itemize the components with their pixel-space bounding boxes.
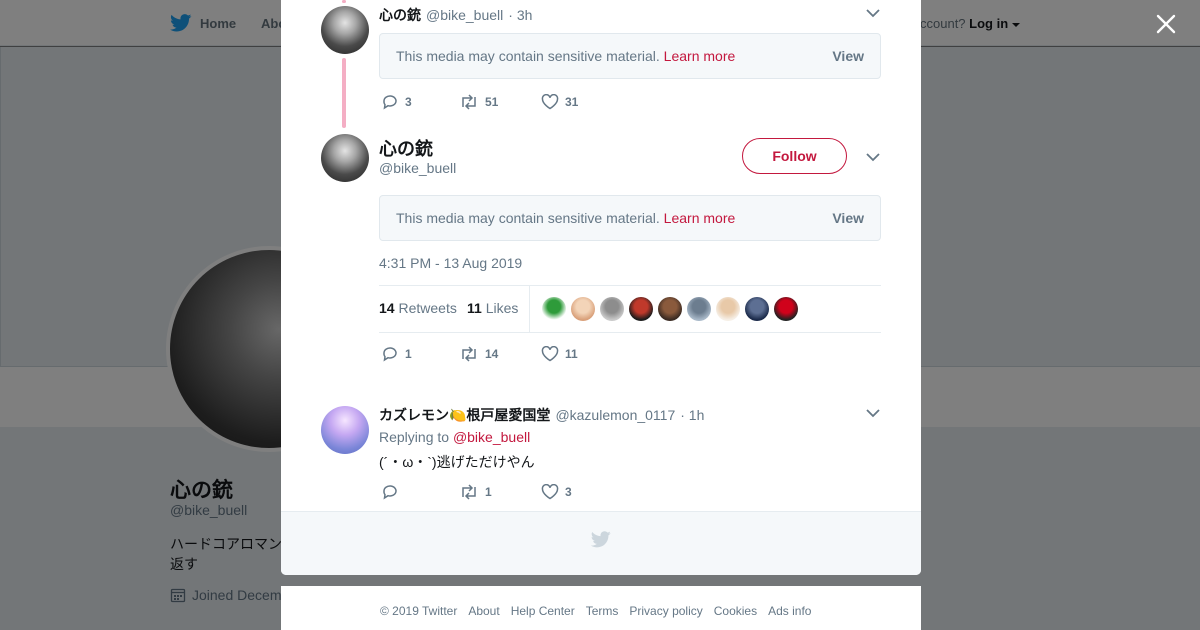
- liker-avatar[interactable]: [658, 297, 682, 321]
- reply-button[interactable]: [381, 484, 459, 500]
- liker-avatars: [542, 297, 798, 321]
- sensitive-message: This media may contain sensitive materia…: [396, 48, 735, 64]
- modal-footer: [281, 511, 921, 575]
- stats-divider: [529, 286, 530, 332]
- heart-icon: [541, 484, 559, 500]
- tweet-header: カズレモン🍋根戸屋愛国堂 @kazulemon_0117 · 1h: [379, 405, 704, 425]
- like-count: 11: [565, 347, 578, 361]
- tweet-text: (´・ω・`)逃げただけやん: [379, 454, 535, 470]
- chevron-down-icon[interactable]: [865, 152, 881, 162]
- sensitive-media-warning: This media may contain sensitive materia…: [379, 195, 881, 241]
- retweet-icon: [462, 484, 476, 500]
- replying-to-prefix: Replying to: [379, 429, 450, 445]
- avatar[interactable]: [321, 134, 369, 182]
- retweets-stat[interactable]: 14 Retweets: [379, 300, 457, 316]
- reply-icon: [383, 95, 397, 110]
- liker-avatar[interactable]: [600, 297, 624, 321]
- thread-line: [342, 58, 346, 128]
- retweet-count: 51: [485, 95, 499, 109]
- footer-copyright: © 2019 Twitter: [380, 604, 458, 618]
- liker-avatar[interactable]: [571, 297, 595, 321]
- footer-link-about[interactable]: About: [468, 604, 499, 618]
- sensitive-message: This media may contain sensitive materia…: [396, 210, 735, 226]
- like-button[interactable]: 3: [541, 484, 572, 500]
- site-footer: © 2019 Twitter About Help Center Terms P…: [281, 586, 921, 630]
- tweet-actions: 1 14 11: [381, 344, 578, 364]
- sensitive-text: This media may contain sensitive materia…: [396, 48, 660, 64]
- tweet-time[interactable]: · 1h: [680, 407, 704, 423]
- thread-line-top: [342, 0, 346, 3]
- reply-count: 1: [405, 347, 412, 361]
- tweet-timestamp[interactable]: 4:31 PM - 13 Aug 2019: [379, 255, 522, 271]
- mention-link[interactable]: @bike_buell: [453, 429, 530, 445]
- likes-stat-count: 11: [467, 300, 482, 316]
- retweet-button[interactable]: 51: [459, 94, 541, 110]
- retweets-stat-label: Retweets: [398, 300, 457, 316]
- avatar[interactable]: [321, 6, 369, 54]
- reply-button[interactable]: 3: [381, 94, 459, 110]
- tweet-header: 心の銃 @bike_buell · 3h: [379, 5, 532, 25]
- sensitive-media-warning: This media may contain sensitive materia…: [379, 33, 881, 79]
- reply-count: 3: [405, 95, 412, 109]
- close-icon: [1156, 14, 1176, 34]
- author-name[interactable]: カズレモン🍋根戸屋愛国堂: [379, 405, 550, 425]
- like-count: 3: [565, 485, 572, 499]
- retweet-icon: [462, 94, 476, 110]
- footer-link-privacy[interactable]: Privacy policy: [629, 604, 702, 618]
- author-name[interactable]: 心の銃: [379, 135, 433, 161]
- footer-link-ads-info[interactable]: Ads info: [768, 604, 811, 618]
- close-modal-button[interactable]: [1152, 10, 1180, 38]
- like-button[interactable]: 31: [541, 94, 578, 110]
- footer-links: © 2019 Twitter About Help Center Terms P…: [380, 604, 811, 618]
- retweet-count: 1: [485, 485, 492, 499]
- liker-avatar[interactable]: [774, 297, 798, 321]
- retweet-icon: [462, 346, 476, 362]
- follow-button[interactable]: Follow: [742, 138, 847, 174]
- retweet-button[interactable]: 1: [459, 484, 541, 500]
- liker-avatar[interactable]: [687, 297, 711, 321]
- liker-avatar[interactable]: [542, 297, 566, 321]
- tweet-actions: 3 51 31: [381, 92, 578, 112]
- heart-icon: [541, 346, 559, 362]
- replying-to: Replying to @bike_buell: [379, 429, 530, 445]
- tweet-stats: 14 Retweets 11 Likes: [379, 285, 881, 333]
- chevron-down-icon[interactable]: [865, 408, 881, 418]
- footer-link-cookies[interactable]: Cookies: [714, 604, 757, 618]
- learn-more-link[interactable]: Learn more: [664, 48, 736, 64]
- retweet-count: 14: [485, 347, 499, 361]
- reply-button[interactable]: 1: [381, 346, 459, 362]
- author-handle[interactable]: @kazulemon_0117: [555, 407, 675, 423]
- liker-avatar[interactable]: [716, 297, 740, 321]
- twitter-bird-icon: [591, 531, 611, 548]
- author-name[interactable]: 心の銃: [379, 5, 421, 25]
- sensitive-text: This media may contain sensitive materia…: [396, 210, 660, 226]
- reply-icon: [383, 347, 397, 362]
- retweet-button[interactable]: 14: [459, 346, 541, 362]
- author-handle[interactable]: @bike_buell: [379, 160, 456, 176]
- tweet-actions: 1 3: [381, 482, 572, 502]
- like-count: 31: [565, 95, 579, 109]
- footer-link-terms[interactable]: Terms: [586, 604, 619, 618]
- likes-stat[interactable]: 11 Likes: [467, 300, 518, 316]
- footer-link-help-center[interactable]: Help Center: [511, 604, 575, 618]
- learn-more-link[interactable]: Learn more: [664, 210, 736, 226]
- liker-avatar[interactable]: [745, 297, 769, 321]
- tweet-time[interactable]: · 3h: [508, 7, 532, 23]
- liker-avatar[interactable]: [629, 297, 653, 321]
- chevron-down-icon[interactable]: [865, 8, 881, 18]
- author-handle[interactable]: @bike_buell: [426, 7, 503, 23]
- like-button[interactable]: 11: [541, 346, 578, 362]
- retweets-stat-count: 14: [379, 300, 395, 316]
- likes-stat-label: Likes: [485, 300, 519, 316]
- reply-icon: [383, 485, 397, 500]
- view-media-button[interactable]: View: [832, 48, 864, 64]
- heart-icon: [541, 94, 559, 110]
- avatar[interactable]: [321, 406, 369, 454]
- view-media-button[interactable]: View: [832, 210, 864, 226]
